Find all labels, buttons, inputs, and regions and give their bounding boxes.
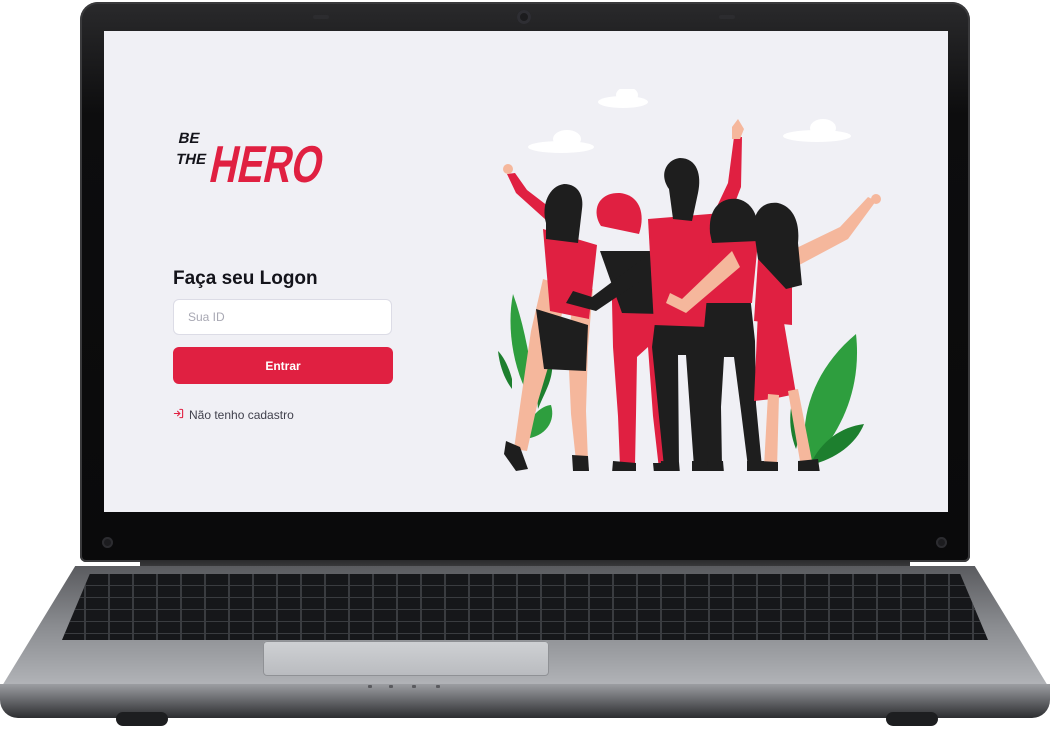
bezel-screw [936,537,947,548]
sensor-slot [313,15,329,19]
register-link-label: Não tenho cadastro [189,408,294,422]
logo-text-the: THE [174,151,208,168]
be-the-hero-logo: BE THE HERO [174,130,329,187]
status-led [368,685,372,688]
touchpad [263,641,549,676]
heroes-illustration [498,89,881,471]
logon-title: Faça seu Logon [173,267,318,289]
logo-text-hero: HERO [205,136,329,187]
webcam [517,10,531,24]
sensor-slot [719,15,735,19]
bezel-screw [102,537,113,548]
keyboard [62,574,988,640]
laptop-foot [116,712,168,726]
logo-text-be: BE [177,130,201,147]
laptop-foot [886,712,938,726]
log-in-icon [173,408,184,422]
status-led [412,685,416,688]
laptop-screen: BE THE HERO Faça seu Logon Entrar Não te… [104,31,948,512]
status-led [436,685,440,688]
enter-button[interactable]: Entrar [173,347,393,384]
id-input[interactable] [173,299,392,335]
register-link[interactable]: Não tenho cadastro [173,408,294,422]
status-led [389,685,393,688]
cloud-icon [528,89,851,153]
